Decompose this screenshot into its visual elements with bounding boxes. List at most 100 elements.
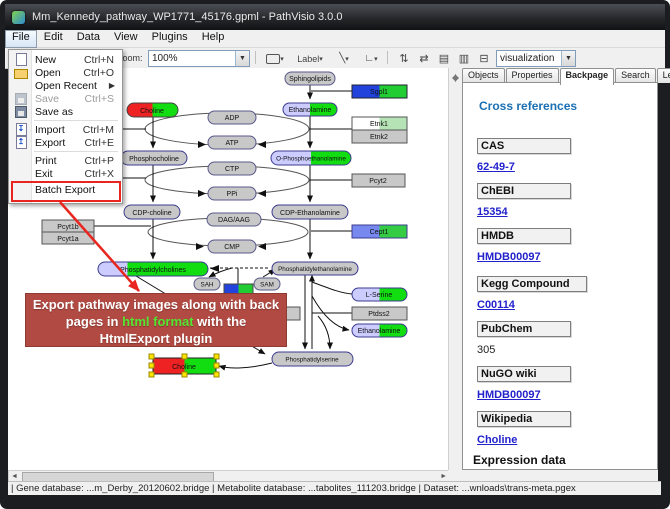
menu-help[interactable]: Help	[195, 30, 232, 47]
align-center-x-button[interactable]: ⇅	[394, 50, 414, 67]
print-button[interactable]: ⊟	[474, 50, 494, 67]
datanode-shape-tool[interactable]: ▾	[261, 50, 289, 67]
section-header-cas: CAS	[477, 138, 571, 154]
menu-data[interactable]: Data	[70, 30, 107, 47]
zoom-combobox[interactable]: 100% ▼	[148, 50, 250, 67]
label-cept1: Cept1	[370, 229, 389, 236]
label-ctp: CTP	[225, 166, 239, 173]
label-cmp: CMP	[224, 244, 240, 251]
tab-objects[interactable]: Objects	[462, 68, 505, 83]
wikipedia-link[interactable]: Choline	[477, 434, 517, 446]
section-header-pubchem: PubChem	[477, 321, 571, 337]
callout-line3: HtmlExport plugin	[26, 330, 286, 347]
menu-item-open-recent[interactable]: Open Recent▶	[10, 79, 120, 92]
menu-view[interactable]: View	[107, 30, 145, 47]
menu-item-new[interactable]: NewCtrl+N	[10, 53, 120, 66]
backpage-panel[interactable]: Cross references CAS 62-49-7 ChEBI 15354…	[462, 82, 658, 470]
panel-tabs: Objects Properties Backpage Search Legen…	[462, 68, 670, 83]
title-bar[interactable]: Mm_Kennedy_pathway_WP1771_45176.gpml - P…	[5, 4, 665, 30]
zoom-value: 100%	[149, 53, 235, 64]
label-etnk2: Etnk2	[370, 134, 388, 141]
scroll-right-icon[interactable]: ►	[440, 473, 447, 480]
label-sphingolipids: Sphingolipids	[289, 76, 331, 83]
visualization-value: visualization	[497, 53, 561, 64]
callout-line2: pages in html format with the	[26, 313, 286, 330]
label-adp: ADP	[225, 115, 240, 122]
dropdown-arrow-icon[interactable]: ▼	[235, 51, 249, 66]
align-center-y-button[interactable]: ⇄	[414, 50, 434, 67]
label-cdp-choline: CDP-choline	[132, 210, 171, 217]
label-atp: ATP	[225, 140, 238, 147]
label-o-phosphoethanolamine: O-Phosphoethanolamine	[276, 156, 346, 163]
pubchem-value: 305	[477, 344, 495, 356]
scroll-left-icon[interactable]: ◄	[11, 473, 18, 480]
file-menu-dropdown: NewCtrl+N OpenCtrl+O Open Recent▶ SaveCt…	[8, 49, 123, 204]
label-ethanolamine: Ethanolamine	[289, 107, 332, 114]
open-folder-icon	[14, 69, 28, 79]
label-pcyt1a: Pcyt1a	[57, 236, 79, 243]
label-sgpl1: Sgpl1	[370, 89, 388, 96]
section-header-chebi: ChEBI	[477, 183, 571, 199]
label-ppi: PPi	[227, 191, 238, 198]
hmdb-link[interactable]: HMDB00097	[477, 251, 541, 263]
label-choline-selected: Choline	[172, 364, 196, 371]
label-tool[interactable]: Label▾	[290, 50, 330, 67]
nugo-link[interactable]: HMDB00097	[477, 389, 541, 401]
menu-item-exit[interactable]: ExitCtrl+X	[10, 167, 120, 180]
section-header-wikipedia: Wikipedia	[477, 411, 571, 427]
dropdown-arrow-icon[interactable]: ▼	[561, 51, 575, 66]
label-tool-text: Label	[297, 54, 319, 64]
expression-data-heading: Expression data	[473, 453, 566, 467]
visualization-combobox[interactable]: visualization ▼	[496, 50, 576, 67]
menu-edit[interactable]: Edit	[37, 30, 70, 47]
tab-backpage[interactable]: Backpage	[560, 68, 615, 85]
connector-icon: ∟	[364, 53, 374, 64]
new-file-icon	[16, 53, 27, 66]
export-icon: ↥	[16, 136, 27, 149]
print-icon: ⊟	[479, 52, 488, 65]
label-dag-aag: DAG/AAG	[218, 217, 250, 224]
label-cdp-ethanolamine: CDP-Ethanolamine	[280, 210, 340, 217]
label-l-serine: L-Serine	[366, 292, 393, 299]
menu-item-import[interactable]: ↧ ImportCtrl+M	[10, 123, 120, 136]
cas-link[interactable]: 62-49-7	[477, 161, 515, 173]
import-icon: ↧	[16, 123, 27, 136]
label-phosphatidylethanolamine: Phosphatidylethanolamine	[278, 266, 352, 273]
kegg-link[interactable]: C00114	[477, 299, 515, 311]
label-choline: Choline	[140, 108, 164, 115]
menu-item-open[interactable]: OpenCtrl+O	[10, 66, 120, 79]
pathvisio-window: Mm_Kennedy_pathway_WP1771_45176.gpml - P…	[0, 0, 670, 509]
connector-tool[interactable]: ∟▾	[357, 50, 385, 67]
match-height-button[interactable]: ▤	[434, 50, 454, 67]
status-text: | Gene database: ...m_Derby_20120602.bri…	[11, 483, 576, 494]
tab-search[interactable]: Search	[615, 68, 656, 83]
menu-item-export[interactable]: ↥ ExportCtrl+E	[10, 136, 120, 149]
menu-file[interactable]: File	[5, 30, 37, 48]
match-width-icon: ▥	[459, 52, 469, 65]
align-center-y-icon: ⇄	[419, 52, 428, 65]
cross-references-heading: Cross references	[479, 99, 577, 113]
menu-item-print[interactable]: PrintCtrl+P	[10, 154, 120, 167]
tab-legend[interactable]: Legend	[657, 68, 670, 83]
tab-properties[interactable]: Properties	[506, 68, 559, 83]
match-height-icon: ▤	[439, 52, 449, 65]
label-ethanolamine-2: Ethanolamine	[358, 328, 401, 335]
side-panel: Objects Properties Backpage Search Legen…	[462, 68, 658, 470]
menu-item-save[interactable]: SaveCtrl+S	[10, 92, 120, 105]
label-pcyt1b: Pcyt1b	[57, 224, 79, 231]
label-sah: SAH	[201, 282, 214, 289]
label-phosphocholine: Phosphocholine	[129, 156, 179, 163]
callout-highlight: html format	[122, 314, 194, 329]
menu-plugins[interactable]: Plugins	[145, 30, 195, 47]
section-header-kegg: Kegg Compound	[477, 276, 587, 292]
label-phosphatidylserine: Phosphatidylserine	[285, 357, 339, 364]
callout-line1: Export pathway images along with back	[26, 296, 286, 313]
save-as-icon	[15, 106, 27, 118]
match-width-button[interactable]: ▥	[454, 50, 474, 67]
annotation-callout: Export pathway images along with back pa…	[25, 293, 287, 347]
menu-item-save-as[interactable]: Save as	[10, 105, 120, 118]
chebi-link[interactable]: 15354	[477, 206, 508, 218]
line-tool[interactable]: ╲▾	[331, 50, 357, 67]
section-header-nugo: NuGO wiki	[477, 366, 571, 382]
label-etnk1: Etnk1	[370, 121, 388, 128]
